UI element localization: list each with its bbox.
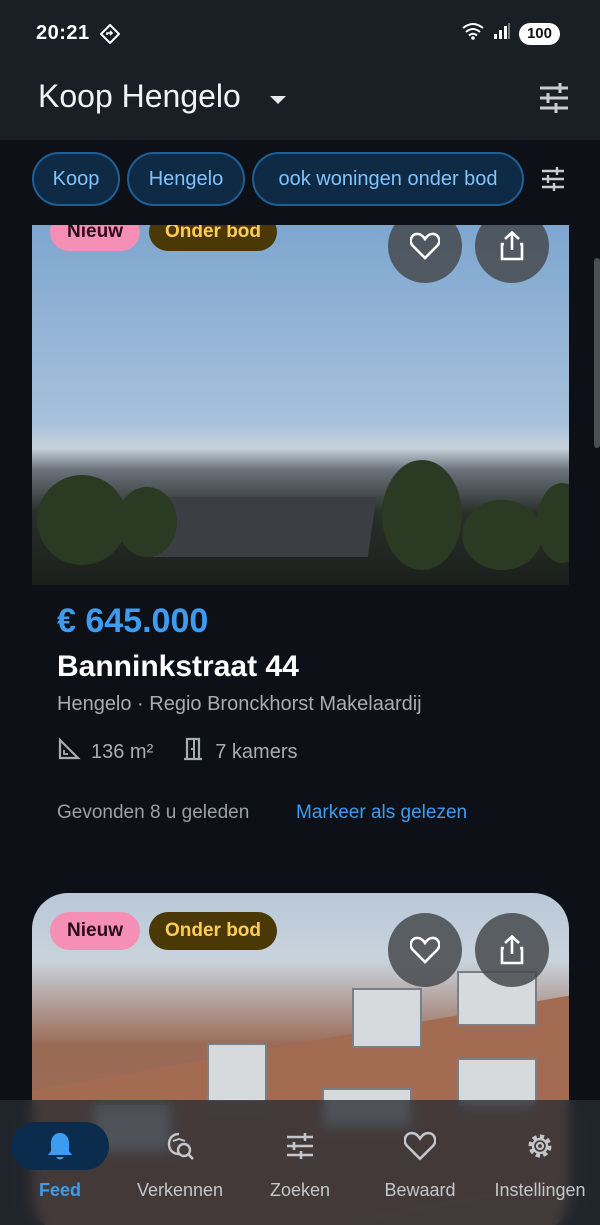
tune-icon <box>540 83 568 113</box>
listing-feed[interactable]: Nieuw Onder bod € 645.000 Banninkstraat … <box>0 225 600 1225</box>
battery-indicator: 100 <box>518 22 560 45</box>
tune-icon <box>542 167 564 191</box>
chip-under-bid[interactable]: ook woningen onder bod <box>252 152 524 206</box>
heart-icon <box>410 232 440 260</box>
status-time: 20:21 <box>36 22 90 44</box>
bell-icon <box>48 1133 72 1160</box>
share-icon <box>500 935 524 965</box>
listing-area: 136 m² <box>91 740 154 763</box>
window-shape <box>207 1043 267 1103</box>
badge-under-bid: Onder bod <box>149 912 277 950</box>
nav-label: Zoeken <box>269 1180 331 1200</box>
nav-item-instellingen[interactable]: Instellingen <box>480 1100 600 1225</box>
nav-item-feed[interactable]: Feed <box>0 1100 120 1225</box>
listing-found-time: Gevonden 8 u geleden <box>57 802 250 823</box>
filter-settings-button[interactable] <box>538 82 570 119</box>
heart-icon <box>404 1131 436 1161</box>
location-diamond-icon <box>99 23 121 49</box>
share-icon <box>500 231 524 261</box>
share-button[interactable] <box>475 913 549 987</box>
nav-indicator <box>131 1122 229 1170</box>
tree-shape <box>382 460 462 570</box>
nav-label: Verkennen <box>136 1180 224 1200</box>
bottom-navigation: Feed Verkennen Zoeken Bewaard Instelling… <box>0 1100 600 1225</box>
tree-shape <box>117 487 177 557</box>
nav-indicator <box>251 1122 349 1170</box>
caret-down-icon[interactable] <box>268 93 288 111</box>
status-bar: 20:21 100 <box>0 0 600 68</box>
badge-new: Nieuw <box>50 912 140 950</box>
listing-rooms: 7 kamers <box>215 740 298 763</box>
window-shape <box>352 988 422 1048</box>
nav-indicator <box>371 1122 469 1170</box>
nav-item-bewaard[interactable]: Bewaard <box>360 1100 480 1225</box>
heart-icon <box>410 936 440 964</box>
wifi-icon <box>461 22 485 45</box>
badge-new: Nieuw <box>50 225 140 251</box>
nav-item-zoeken[interactable]: Zoeken <box>240 1100 360 1225</box>
tune-icon <box>287 1133 313 1159</box>
scrollbar[interactable] <box>594 258 600 448</box>
nav-indicator <box>491 1122 589 1170</box>
listing-location: Hengelo · Regio Bronckhorst Makelaardij <box>57 693 422 715</box>
listing-photo[interactable] <box>32 225 569 585</box>
mark-as-read-link[interactable]: Markeer als gelezen <box>296 802 467 824</box>
tree-shape <box>537 483 569 563</box>
door-icon <box>181 737 205 767</box>
filter-chip-row: Koop Hengelo ook woningen onder bod <box>0 152 600 210</box>
app-bar: Koop Hengelo <box>0 68 600 140</box>
favorite-button[interactable] <box>388 913 462 987</box>
listing-specs: 136 m² 7 kamers <box>57 737 298 767</box>
chip-hengelo[interactable]: Hengelo <box>127 152 245 206</box>
nav-indicator <box>11 1122 109 1170</box>
tree-shape <box>462 500 542 570</box>
chip-koop[interactable]: Koop <box>32 152 120 206</box>
signal-icon <box>493 22 511 45</box>
listing-price: € 645.000 <box>57 602 209 640</box>
badge-under-bid: Onder bod <box>149 225 277 251</box>
nav-label: Bewaard <box>384 1180 456 1200</box>
gear-icon <box>528 1134 552 1158</box>
listing-address[interactable]: Banninkstraat 44 <box>57 650 299 684</box>
chip-filter-button[interactable] <box>540 166 566 197</box>
area-ruler-icon <box>57 737 81 767</box>
nav-item-verkennen[interactable]: Verkennen <box>120 1100 240 1225</box>
map-search-icon <box>167 1132 194 1160</box>
tree-shape <box>37 475 127 565</box>
nav-label: Feed <box>38 1180 81 1200</box>
page-title[interactable]: Koop Hengelo <box>38 78 241 115</box>
roof-shape <box>152 497 377 557</box>
nav-label: Instellingen <box>494 1180 586 1200</box>
